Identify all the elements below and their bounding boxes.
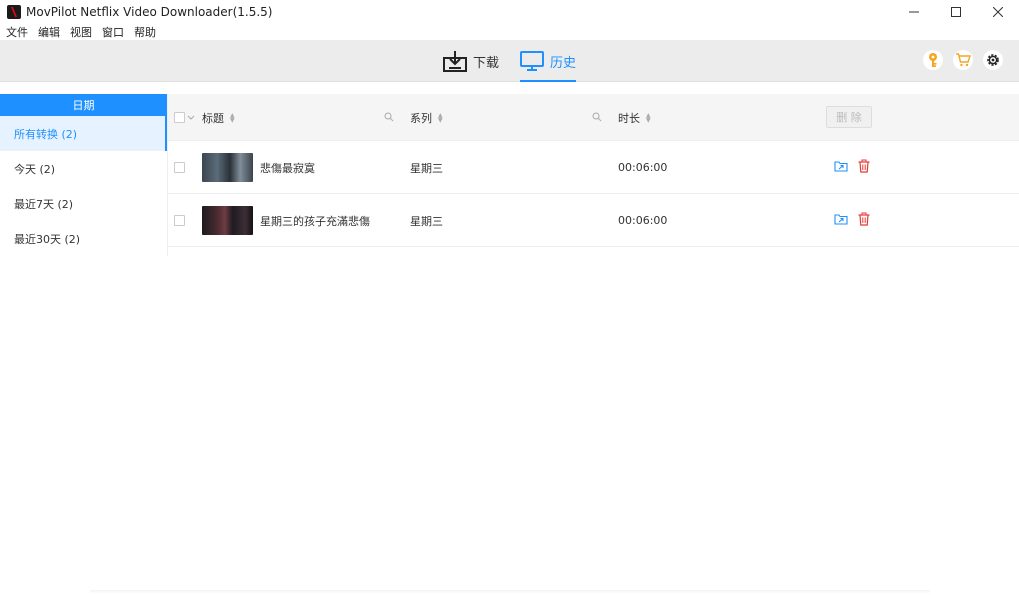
column-title[interactable]: 标题 ▲ ▼ — [202, 94, 235, 141]
row-checkbox[interactable] — [174, 215, 185, 226]
close-icon — [993, 7, 1003, 17]
sidebar-item-all[interactable]: 所有转换 (2) — [0, 116, 167, 151]
column-title-label: 标题 — [202, 111, 224, 125]
sidebar-item-today[interactable]: 今天 (2) — [0, 151, 167, 186]
select-all-checkbox[interactable] — [174, 112, 185, 123]
column-series-label: 系列 — [410, 111, 432, 125]
trash-icon[interactable] — [857, 212, 871, 226]
settings-button[interactable] — [983, 50, 1003, 70]
gear-icon — [987, 54, 999, 66]
toolbar: 下载 历史 — [0, 40, 1019, 82]
monitor-icon — [520, 51, 544, 71]
open-folder-icon[interactable] — [834, 212, 848, 226]
window-controls — [893, 0, 1019, 24]
delete-button[interactable]: 删 除 — [826, 106, 872, 128]
row-duration: 00:06:00 — [618, 161, 668, 174]
menu-view[interactable]: 视图 — [70, 24, 92, 40]
row-series: 星期三 — [410, 161, 443, 175]
history-table: 标题 ▲ ▼ 系列 ▲ ▼ 时长 ▲ ▼ 删 除 悲傷最寂寞 星期三 00:06:00 — [168, 94, 1019, 247]
sidebar-item-last-7-days[interactable]: 最近7天 (2) — [0, 186, 167, 221]
search-icon[interactable] — [592, 112, 602, 122]
app-logo-icon — [7, 5, 21, 19]
row-title: 星期三的孩子充滿悲傷 — [260, 214, 370, 228]
menu-edit[interactable]: 编辑 — [38, 24, 60, 40]
table-header: 标题 ▲ ▼ 系列 ▲ ▼ 时长 ▲ ▼ 删 除 — [168, 94, 1019, 141]
row-checkbox[interactable] — [174, 162, 185, 173]
row-title: 悲傷最寂寞 — [260, 161, 315, 175]
menu-help[interactable]: 帮助 — [134, 24, 156, 40]
title-bar: MovPilot Netflix Video Downloader(1.5.5) — [0, 0, 1019, 24]
tab-download[interactable]: 下载 — [443, 40, 499, 82]
menu-file[interactable]: 文件 — [6, 24, 28, 40]
tab-download-label: 下载 — [473, 55, 500, 71]
video-thumbnail — [202, 153, 253, 182]
sort-icon[interactable]: ▲ ▼ — [646, 112, 651, 123]
table-row: 悲傷最寂寞 星期三 00:06:00 — [168, 141, 1019, 194]
video-thumbnail — [202, 206, 253, 235]
row-series: 星期三 — [410, 214, 443, 228]
sort-icon[interactable]: ▲ ▼ — [230, 112, 235, 123]
maximize-button[interactable] — [935, 0, 977, 24]
column-duration[interactable]: 时长 ▲ ▼ — [618, 94, 651, 141]
window-title: MovPilot Netflix Video Downloader(1.5.5) — [26, 5, 273, 19]
sort-icon[interactable]: ▲ ▼ — [438, 112, 443, 123]
minimize-button[interactable] — [893, 0, 935, 24]
tab-history-label: 历史 — [550, 55, 577, 71]
active-tab-indicator — [520, 80, 576, 82]
select-all-control[interactable] — [174, 94, 195, 141]
minimize-icon — [909, 11, 919, 13]
sidebar-item-last-30-days[interactable]: 最近30天 (2) — [0, 221, 167, 256]
maximize-icon — [951, 7, 961, 17]
search-icon[interactable] — [384, 112, 394, 122]
menu-window[interactable]: 窗口 — [102, 24, 124, 40]
cart-button[interactable] — [953, 50, 973, 70]
bottom-shadow — [90, 590, 930, 594]
tab-history[interactable]: 历史 — [520, 40, 576, 82]
row-duration: 00:06:00 — [618, 214, 668, 227]
chevron-down-icon[interactable] — [187, 115, 195, 121]
column-duration-label: 时长 — [618, 111, 640, 125]
key-button[interactable] — [923, 50, 943, 70]
table-row: 星期三的孩子充滿悲傷 星期三 00:06:00 — [168, 194, 1019, 247]
trash-icon[interactable] — [857, 159, 871, 173]
menu-bar: 文件 编辑 视图 窗口 帮助 — [0, 24, 1019, 40]
key-icon — [929, 53, 937, 67]
download-icon — [443, 51, 467, 72]
open-folder-icon[interactable] — [834, 159, 848, 173]
column-series[interactable]: 系列 ▲ ▼ — [410, 94, 443, 141]
close-button[interactable] — [977, 0, 1019, 24]
cart-icon — [956, 53, 971, 67]
sidebar: 日期 所有转换 (2) 今天 (2) 最近7天 (2) 最近30天 (2) — [0, 94, 168, 256]
sidebar-header: 日期 — [0, 94, 167, 116]
